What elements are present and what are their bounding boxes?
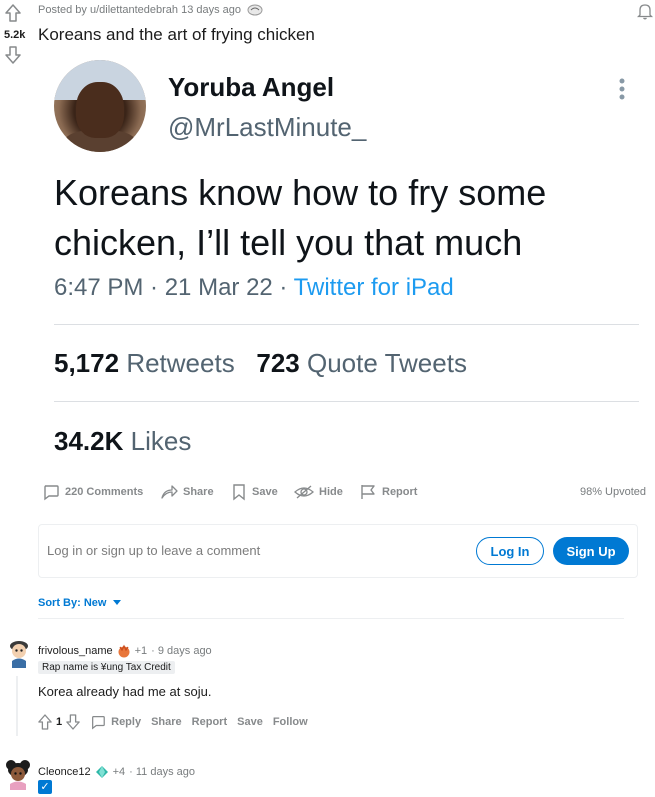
quote-tweets-label: Quote Tweets <box>307 348 467 378</box>
report-button[interactable]: Report <box>359 480 417 504</box>
save-label: Save <box>252 486 278 498</box>
upvote-ratio: 98% Upvoted <box>579 486 646 498</box>
hide-label: Hide <box>319 486 343 498</box>
likes-label: Likes <box>130 426 192 456</box>
bookmark-icon <box>233 484 245 501</box>
save-button[interactable]: Save <box>231 480 278 504</box>
comment-save-button[interactable]: Save <box>237 716 263 728</box>
post-meta: Posted by u/dilettantedebrah 13 days ago <box>38 4 263 16</box>
tweet-timestamp: 6:47 PM · 21 Mar 22 · Twitter for iPad <box>54 274 454 302</box>
diamond-award-icon <box>95 766 108 778</box>
comment-share-button[interactable]: Share <box>151 716 182 728</box>
tweet-divider <box>54 324 639 325</box>
comment-header: frivolous_name +1 · 9 days ago <box>38 644 212 658</box>
quote-tweets-count: 723 <box>256 348 300 378</box>
comment-time: · 11 days ago <box>129 766 195 778</box>
divider <box>38 618 624 619</box>
tweet-retweet-stats: 5,172 Retweets 723 Quote Tweets <box>54 348 467 379</box>
comment-report-button[interactable]: Report <box>192 716 227 728</box>
award-icon <box>247 4 263 16</box>
tweet-time: 6:47 PM · 21 Mar 22 · <box>54 274 294 301</box>
comment-icon <box>92 716 105 730</box>
karma-count: +4 <box>112 766 126 778</box>
sort-dropdown[interactable]: Sort By: New <box>38 597 122 609</box>
upvote-icon[interactable] <box>38 714 52 730</box>
post-score: 5.2k <box>4 29 26 41</box>
award-icon <box>118 644 130 658</box>
reply-label: Reply <box>111 716 142 728</box>
likes-count: 34.2K <box>54 426 124 456</box>
share-icon <box>161 485 178 499</box>
retweets-label: Retweets <box>126 348 235 378</box>
comment-time: · 9 days ago <box>151 645 212 657</box>
post-action-bar: 220 Comments Share Save Hide Report 98% … <box>38 480 650 504</box>
comments-label: 220 Comments <box>65 486 144 498</box>
comment-username[interactable]: frivolous_name <box>38 645 113 657</box>
comment-follow-button[interactable]: Follow <box>273 716 308 728</box>
tweet-like-stats: 34.2K Likes <box>54 426 191 457</box>
notification-bell-icon[interactable] <box>637 2 653 20</box>
flag-icon <box>361 485 375 499</box>
user-flair: Rap name is ¥ung Tax Credit <box>38 661 175 674</box>
avatar[interactable] <box>6 638 32 668</box>
avatar[interactable] <box>4 758 32 790</box>
comments-button[interactable]: 220 Comments <box>42 480 143 504</box>
comment-icon <box>44 485 59 501</box>
checkbox-emoji: ✓ <box>38 780 52 794</box>
tweet-author-name: Yoruba Angel <box>168 72 335 102</box>
thread-line[interactable] <box>16 676 18 736</box>
comment-action-bar: 1 Reply Share Report Save Follow <box>38 712 308 732</box>
share-button[interactable]: Share <box>160 480 214 504</box>
signup-button[interactable]: Sign Up <box>553 537 629 565</box>
tweet-author-handle: @MrLastMinute_ <box>168 112 367 142</box>
share-label: Share <box>183 486 214 498</box>
login-prompt: Log in or sign up to leave a comment <box>47 543 261 558</box>
reply-button[interactable]: Reply <box>90 714 141 730</box>
comment-login-box: Log in or sign up to leave a comment Log… <box>38 524 638 578</box>
tweet-image[interactable]: Yoruba Angel @MrLastMinute_ Koreans know… <box>38 50 650 470</box>
post-title[interactable]: Koreans and the art of frying chicken <box>38 25 315 45</box>
comment-score: 1 <box>56 716 63 728</box>
tweet-divider <box>54 401 639 402</box>
sort-label: Sort By: New <box>38 597 107 609</box>
post-meta-text: Posted by u/dilettantedebrah 13 days ago <box>38 4 242 16</box>
retweets-count: 5,172 <box>54 348 120 378</box>
downvote-icon[interactable] <box>5 46 21 64</box>
comment-username[interactable]: Cleonce12 <box>38 766 91 778</box>
tweet-text: Koreans know how to fry some chicken, I’… <box>54 172 547 263</box>
tweet-avatar <box>54 60 146 152</box>
comment-header: Cleonce12 +4 · 11 days ago <box>38 765 195 779</box>
hide-button[interactable]: Hide <box>294 480 343 504</box>
hide-icon <box>294 485 314 499</box>
karma-count: +1 <box>134 645 148 657</box>
caret-down-icon <box>113 600 122 605</box>
downvote-icon[interactable] <box>66 714 80 730</box>
more-options-icon <box>619 78 625 100</box>
upvote-icon[interactable] <box>5 4 21 22</box>
login-button[interactable]: Log In <box>476 537 544 565</box>
report-label: Report <box>382 486 418 498</box>
comment-body: Korea already had me at soju. <box>38 684 212 699</box>
tweet-source: Twitter for iPad <box>293 274 454 301</box>
